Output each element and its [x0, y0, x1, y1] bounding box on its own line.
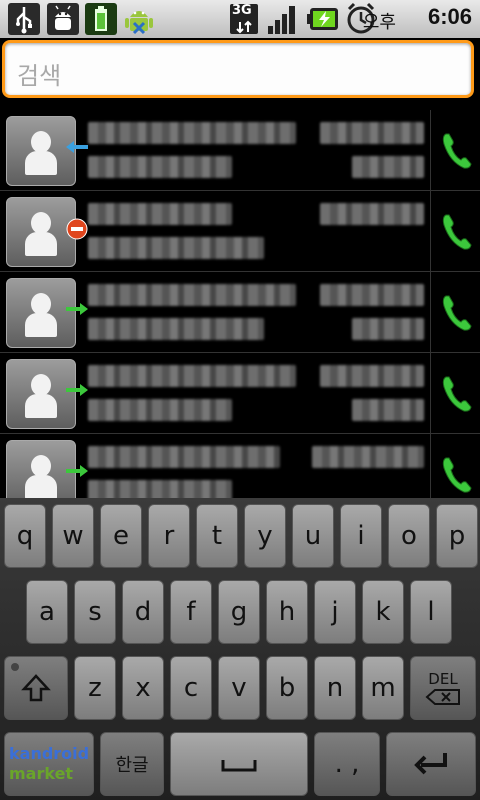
key-r[interactable]: r: [148, 504, 190, 568]
key-j[interactable]: j: [314, 580, 356, 644]
contact-number: [88, 237, 264, 259]
signal-icon: [266, 0, 300, 38]
key-k[interactable]: k: [362, 580, 404, 644]
network-3g-icon: 3G: [228, 0, 260, 38]
language-label: 한글: [115, 755, 149, 776]
kandroid-market-key[interactable]: kandroid market: [4, 732, 94, 796]
key-i[interactable]: i: [340, 504, 382, 568]
key-w[interactable]: w: [52, 504, 94, 568]
call-log-list[interactable]: [0, 110, 480, 498]
punctuation-key[interactable]: . ,: [314, 732, 380, 796]
call-date: [320, 365, 424, 387]
delete-key[interactable]: DEL: [410, 656, 476, 720]
usb-icon: [8, 3, 40, 35]
call-date: [320, 284, 424, 306]
phone-call-icon[interactable]: [440, 454, 472, 494]
contact-number: [88, 480, 232, 498]
contact-name: [88, 203, 232, 225]
key-m[interactable]: m: [362, 656, 404, 720]
key-v[interactable]: v: [218, 656, 260, 720]
call-date: [320, 122, 424, 144]
shift-icon: [21, 674, 51, 702]
key-d[interactable]: d: [122, 580, 164, 644]
contact-name: [88, 284, 296, 306]
del-label: DEL: [428, 670, 458, 688]
brand-line-1: kandroid: [9, 744, 90, 763]
outgoing-call-icon: [66, 384, 88, 396]
list-item[interactable]: [0, 191, 480, 272]
battery-icon: [306, 0, 342, 38]
phone-call-icon[interactable]: [440, 211, 472, 251]
search-input[interactable]: 검색: [2, 40, 474, 98]
key-l[interactable]: l: [410, 580, 452, 644]
contact-number: [88, 318, 264, 340]
key-q[interactable]: q: [4, 504, 46, 568]
key-y[interactable]: y: [244, 504, 286, 568]
key-n[interactable]: n: [314, 656, 356, 720]
battery-app-icon: [85, 3, 117, 35]
phone-call-icon[interactable]: [440, 130, 472, 170]
search-placeholder: 검색: [17, 62, 62, 90]
key-h[interactable]: h: [266, 580, 308, 644]
key-a[interactable]: a: [26, 580, 68, 644]
call-date: [320, 203, 424, 225]
call-time: [352, 156, 424, 178]
incoming-call-icon: [66, 141, 88, 153]
backspace-icon: [425, 689, 460, 705]
soft-keyboard: q w e r t y u i o p a s d f g h j k l z …: [0, 498, 480, 800]
key-o[interactable]: o: [388, 504, 430, 568]
contact-name: [88, 446, 280, 468]
contact-number: [88, 156, 232, 178]
enter-key[interactable]: [386, 732, 476, 796]
key-b[interactable]: b: [266, 656, 308, 720]
call-time: [352, 399, 424, 421]
contact-name: [88, 122, 296, 144]
phone-call-icon[interactable]: [440, 292, 472, 332]
list-item[interactable]: [0, 434, 480, 498]
android-icon: [122, 3, 154, 35]
clock: 6:06: [427, 4, 472, 29]
status-bar: 3G 오후 6:06: [0, 0, 480, 39]
shift-key[interactable]: [4, 656, 68, 720]
key-c[interactable]: c: [170, 656, 212, 720]
debug-icon: [47, 3, 79, 35]
enter-icon: [414, 753, 447, 775]
space-key[interactable]: [170, 732, 308, 796]
list-item[interactable]: [0, 272, 480, 353]
search-bar: 검색: [0, 38, 480, 104]
call-date: [312, 446, 424, 468]
shift-lock-indicator: [11, 663, 19, 671]
am-pm-label: 오후: [362, 12, 396, 33]
call-time: [352, 318, 424, 340]
key-x[interactable]: x: [122, 656, 164, 720]
key-p[interactable]: p: [436, 504, 478, 568]
list-item[interactable]: [0, 110, 480, 191]
key-t[interactable]: t: [196, 504, 238, 568]
brand-line-2: market: [9, 764, 74, 783]
key-e[interactable]: e: [100, 504, 142, 568]
space-icon: [221, 760, 257, 772]
key-z[interactable]: z: [74, 656, 116, 720]
key-f[interactable]: f: [170, 580, 212, 644]
key-g[interactable]: g: [218, 580, 260, 644]
outgoing-call-icon: [66, 465, 88, 477]
list-item[interactable]: [0, 353, 480, 434]
key-s[interactable]: s: [74, 580, 116, 644]
phone-call-icon[interactable]: [440, 373, 472, 413]
language-key[interactable]: 한글: [100, 732, 164, 796]
missed-call-icon: [66, 218, 88, 240]
contact-name: [88, 365, 296, 387]
contact-number: [88, 399, 232, 421]
key-u[interactable]: u: [292, 504, 334, 568]
outgoing-call-icon: [66, 303, 88, 315]
